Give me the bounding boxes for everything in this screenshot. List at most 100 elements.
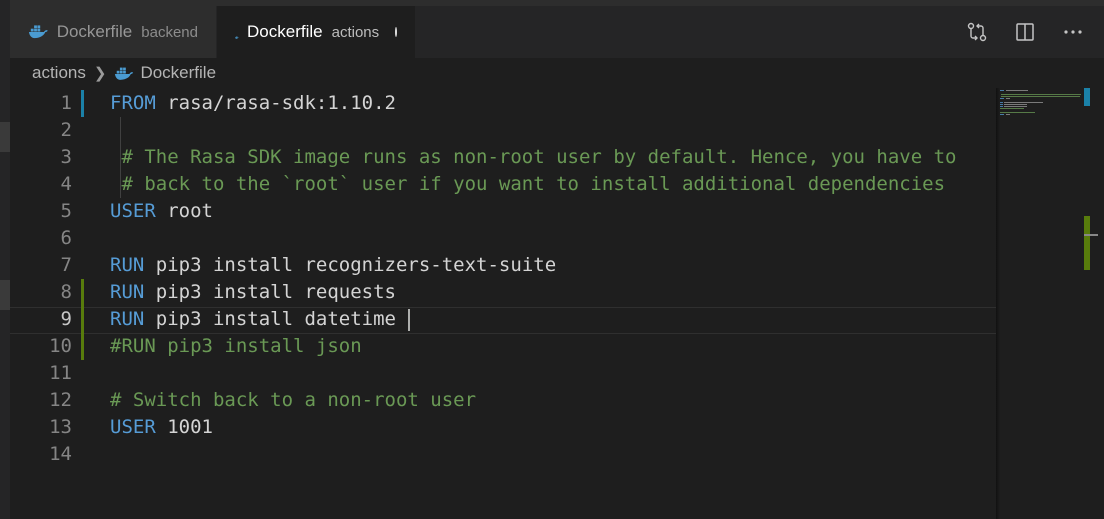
keyword-token: RUN: [110, 254, 145, 276]
minimap-line: [1000, 112, 1036, 113]
minimap[interactable]: [996, 88, 1104, 519]
keyword-token: RUN: [110, 281, 145, 303]
line-number: 3: [60, 146, 72, 168]
comment-token: # Switch back to a non-root user: [110, 389, 477, 411]
line-number: 7: [60, 254, 72, 276]
line-number: 5: [60, 200, 72, 222]
code-text: # Switch back to a non-root user: [110, 387, 476, 414]
code-line[interactable]: 7 RUN pip3 install recognizers-text-suite: [10, 252, 996, 279]
text-token: pip3 install requests: [144, 281, 396, 303]
minimap-line: [1004, 104, 1028, 105]
overview-ruler-cursor: [1084, 234, 1098, 236]
comment-token: #RUN pip3 install json: [110, 335, 362, 357]
code-text: RUN pip3 install recognizers-text-suite: [110, 252, 556, 279]
text-token: root: [155, 200, 213, 222]
git-modified-marker[interactable]: [81, 90, 84, 117]
code-line[interactable]: 13 USER 1001: [10, 414, 996, 441]
line-number: 14: [49, 443, 72, 465]
minimap-line: [1000, 90, 1005, 91]
git-added-marker[interactable]: [81, 333, 84, 360]
line-number: 10: [49, 335, 72, 357]
code-text: #RUN pip3 install json: [110, 333, 362, 360]
line-number: 4: [60, 173, 72, 195]
code-text: USER root: [110, 198, 213, 225]
minimap-line: [1000, 102, 1004, 103]
unsaved-dot-icon[interactable]: [395, 27, 397, 37]
code-line[interactable]: 5 USER root: [10, 198, 996, 225]
keyword-token: USER: [110, 416, 156, 438]
minimap-line: [1000, 114, 1005, 115]
tab-actions: [964, 6, 1104, 58]
code-line[interactable]: 4 # back to the `root` user if you want …: [10, 171, 996, 198]
line-number: 13: [49, 416, 72, 438]
code-text: # back to the `root` user if you want to…: [110, 171, 945, 198]
line-number: 2: [60, 119, 72, 141]
text-token: rasa/rasa-sdk:1.10.2: [155, 92, 396, 114]
minimap-line: [1000, 104, 1004, 105]
minimap-line: [1001, 94, 1082, 95]
editor-window: Dockerfile backend Dockerfile actions ac…: [0, 0, 1104, 519]
tab-dockerfile-backend[interactable]: Dockerfile backend: [10, 6, 216, 58]
sidebar-indicator: [0, 122, 10, 152]
code-line[interactable]: 2: [10, 117, 996, 144]
code-text: RUN pip3 install datetime: [110, 306, 396, 333]
code-text: USER 1001: [110, 414, 213, 441]
sidebar-indicator: [0, 280, 10, 310]
code-line[interactable]: 1 FROM rasa/rasa-sdk:1.10.2: [10, 90, 996, 117]
overview-ruler-modified: [1084, 88, 1090, 106]
text-token: pip3 install recognizers-text-suite: [144, 254, 557, 276]
line-number: 11: [49, 362, 72, 384]
sidebar-edge: [0, 0, 10, 519]
tab-label: Dockerfile: [56, 22, 133, 41]
minimap-line: [1000, 98, 1005, 99]
code-editor[interactable]: 1 FROM rasa/rasa-sdk:1.10.2 2 3 # The Rasa …: [10, 88, 996, 519]
minimap-line: [1005, 98, 1010, 99]
tab-description: actions: [331, 23, 380, 41]
keyword-token: FROM: [110, 92, 156, 114]
overview-ruler-added: [1084, 216, 1090, 270]
git-added-marker[interactable]: [81, 306, 84, 333]
minimap-line: [1004, 102, 1043, 103]
code-line[interactable]: 12 # Switch back to a non-root user: [10, 387, 996, 414]
code-line[interactable]: 9 RUN pip3 install datetime: [10, 306, 996, 333]
tab-dockerfile-actions[interactable]: Dockerfile actions: [217, 6, 415, 58]
code-text: RUN pip3 install requests: [110, 279, 396, 306]
text-token: 1001: [155, 416, 213, 438]
code-line[interactable]: 3 # The Rasa SDK image runs as non-root …: [10, 144, 996, 171]
docker-icon: [28, 24, 49, 40]
code-line[interactable]: 6: [10, 225, 996, 252]
breadcrumb-file-label: Dockerfile: [140, 63, 217, 82]
chevron-right-icon: ❯: [93, 65, 107, 82]
docker-icon: [235, 24, 239, 40]
code-line[interactable]: 14: [10, 441, 996, 468]
source-control-compare-icon[interactable]: [964, 19, 990, 45]
line-number: 9: [60, 308, 72, 330]
keyword-token: USER: [110, 200, 156, 222]
tab-bar: Dockerfile backend Dockerfile actions: [10, 6, 1104, 58]
breadcrumb: actions ❯ Dockerfile: [32, 60, 216, 86]
docker-icon: [115, 67, 134, 80]
minimap-line: [1001, 96, 1081, 97]
keyword-token: RUN: [110, 308, 145, 330]
git-added-marker[interactable]: [81, 279, 84, 306]
text-token: pip3 install datetime: [144, 308, 396, 330]
code-line[interactable]: 11: [10, 360, 996, 387]
minimap-line: [1005, 114, 1010, 115]
minimap-line: [1004, 106, 1028, 107]
code-line[interactable]: 8 RUN pip3 install requests: [10, 279, 996, 306]
comment-token: # The Rasa SDK image runs as non-root us…: [110, 146, 957, 168]
breadcrumb-folder[interactable]: actions: [32, 63, 86, 83]
split-editor-icon[interactable]: [1012, 19, 1038, 45]
minimap-line: [1000, 106, 1004, 107]
breadcrumb-file[interactable]: Dockerfile: [114, 63, 216, 83]
tab-label: Dockerfile: [247, 22, 323, 41]
code-text: # The Rasa SDK image runs as non-root us…: [110, 144, 956, 171]
code-line[interactable]: 10 #RUN pip3 install json: [10, 333, 996, 360]
tab-description: backend: [141, 23, 198, 41]
line-number: 8: [60, 281, 72, 303]
minimap-line: [1005, 90, 1028, 91]
more-actions-icon[interactable]: [1060, 19, 1086, 45]
comment-token: # back to the `root` user if you want to…: [110, 173, 946, 195]
minimap-line: [1000, 108, 1025, 109]
code-text: FROM rasa/rasa-sdk:1.10.2: [110, 90, 396, 117]
